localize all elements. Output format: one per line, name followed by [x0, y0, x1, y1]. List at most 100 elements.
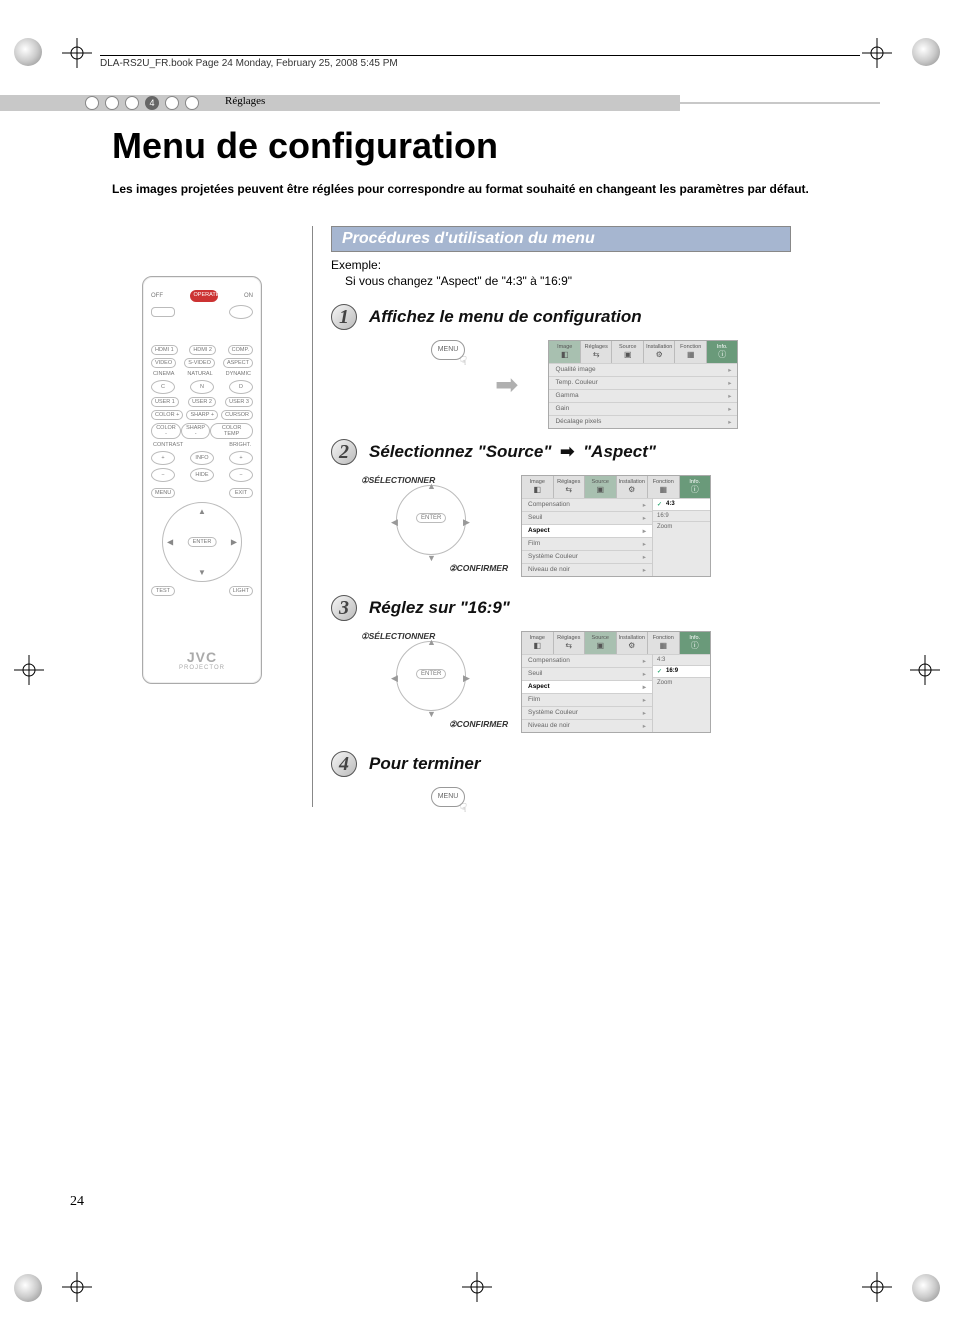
annot-confirm: CONFIRMER: [457, 563, 508, 573]
osd-item: Aspect▸: [522, 680, 652, 693]
remote-d-button: D: [229, 380, 253, 394]
osd-tab: Info.ⓘ: [680, 476, 711, 498]
example-text: Si vous changez "Aspect" de "4:3" à "16:…: [345, 274, 832, 288]
remote-contrast-plus: +: [151, 451, 175, 465]
step-number: 1: [331, 304, 357, 330]
osd-tab: Image◧: [549, 341, 581, 363]
osd-item: Gamma▸: [549, 389, 737, 402]
remote-bright-label: BRIGHT.: [229, 442, 251, 448]
osd-tab: Source▣: [612, 341, 644, 363]
osd-menu-step1: Image◧Réglages⇆Source▣Installation⚙Fonct…: [548, 340, 738, 429]
page-title: Menu de configuration: [112, 125, 832, 167]
osd-tab: Image◧: [522, 476, 554, 498]
step-title: Affichez le menu de configuration: [369, 307, 642, 327]
osd-tabs: Image◧Réglages⇆Source▣Installation⚙Fonct…: [522, 632, 710, 654]
step-number: 2: [331, 439, 357, 465]
remote-dynamic-label: DYNAMIC: [226, 371, 251, 377]
remote-cursor-button: CURSOR: [221, 410, 253, 420]
arrow-right-icon: ➡: [560, 442, 574, 461]
remote-n-button: N: [190, 380, 214, 394]
dpad-illustration: ①SÉLECTIONNER ENTER ▲ ▼ ◀ ▶ ②CONFIRMER: [371, 475, 491, 585]
annot-select-num: ①: [361, 631, 369, 641]
pdf-header-line: DLA-RS2U_FR.book Page 24 Monday, Februar…: [100, 55, 860, 69]
remote-comp-button: COMP.: [228, 345, 253, 355]
osd-tab: Image◧: [522, 632, 554, 654]
osd-item: Film▸: [522, 693, 652, 706]
osd-item: Seuil▸: [522, 511, 652, 524]
remote-colortemp-button: COLOR TEMP: [210, 423, 253, 439]
osd-subitem: 16:9: [653, 510, 710, 521]
remote-test-button: TEST: [151, 586, 175, 596]
osd-item: Temp. Couleur▸: [549, 376, 737, 389]
osd-item: Compensation▸: [522, 498, 652, 511]
remote-aspect-button: ASPECT: [223, 358, 253, 368]
annot-confirm-num: ②: [449, 719, 457, 729]
osd-item: Niveau de noir▸: [522, 563, 652, 576]
osd-subitem: 4:3: [653, 654, 710, 665]
arrow-right-icon: ➡: [495, 368, 518, 401]
enter-button-illustration: ENTER: [416, 513, 446, 523]
osd-item: Système Couleur▸: [522, 550, 652, 563]
step-title: Réglez sur "16:9": [369, 598, 510, 618]
osd-item: Aspect▸: [522, 524, 652, 537]
remote-enter-button: ENTER: [188, 537, 217, 547]
right-arrow-icon: ▶: [463, 673, 470, 684]
registration-mark: [862, 1272, 892, 1302]
intro-paragraph: Les images projetées peuvent être réglée…: [112, 181, 832, 198]
remote-bright-plus: +: [229, 451, 253, 465]
remote-operate-label: OPERATE: [190, 290, 218, 302]
remote-hdmi1-button: HDMI 1: [151, 345, 178, 355]
remote-control-diagram: OFF OPERATE ON HDMI 1 HDMI 2 COMP. VIDEO: [142, 276, 262, 684]
step-3: 3 Réglez sur "16:9": [331, 595, 832, 621]
osd-menu-step2: Image◧Réglages⇆Source▣Installation⚙Fonct…: [521, 475, 711, 577]
osd-item: Compensation▸: [522, 654, 652, 667]
ribbon-step-dot: [125, 96, 139, 110]
remote-hide-button: HIDE: [190, 468, 214, 482]
annot-select: SÉLECTIONNER: [369, 631, 436, 641]
osd-tab: Installation⚙: [617, 476, 649, 498]
annot-confirm: CONFIRMER: [457, 719, 508, 729]
step-title: Pour terminer: [369, 754, 480, 774]
osd-subitem: 16:9: [653, 665, 710, 677]
osd-tab: Info.ⓘ: [707, 341, 738, 363]
osd-item: Film▸: [522, 537, 652, 550]
spiral-mark: [912, 38, 940, 66]
enter-button-illustration: ENTER: [416, 669, 446, 679]
osd-tab: Source▣: [585, 476, 617, 498]
dpad-illustration: ①SÉLECTIONNER ENTER ▲ ▼ ◀ ▶ ②CONFIRMER: [371, 631, 491, 741]
ribbon-step-dot: [85, 96, 99, 110]
spiral-mark: [14, 38, 42, 66]
registration-mark: [62, 38, 92, 68]
cursor-hand-icon: ☟: [460, 354, 467, 368]
remote-off-label: OFF: [151, 293, 163, 299]
remote-hdmi2-button: HDMI 2: [189, 345, 216, 355]
osd-item: Décalage pixels▸: [549, 415, 737, 428]
example-heading: Exemple:: [331, 258, 832, 272]
left-arrow-icon: ◀: [391, 517, 398, 528]
registration-mark: [862, 38, 892, 68]
remote-contrast-minus: −: [151, 468, 175, 482]
down-arrow-icon: ▼: [427, 709, 436, 719]
osd-item: Niveau de noir▸: [522, 719, 652, 732]
remote-menu-button: MENU: [151, 488, 175, 498]
ribbon-step-dot: [185, 96, 199, 110]
remote-light-button: LIGHT: [229, 586, 253, 596]
up-arrow-icon: ▲: [427, 637, 436, 647]
ribbon-step-dot: [105, 96, 119, 110]
osd-tab: Réglages⇆: [554, 632, 586, 654]
remote-user1-button: USER 1: [151, 397, 179, 407]
remote-video-button: VIDEO: [151, 358, 176, 368]
registration-mark: [14, 655, 44, 685]
remote-colorplus-button: COLOR +: [151, 410, 183, 420]
osd-item: Seuil▸: [522, 667, 652, 680]
remote-contrast-label: CONTRAST: [153, 442, 183, 448]
osd-tab: Réglages⇆: [554, 476, 586, 498]
ribbon-step-dot: [165, 96, 179, 110]
osd-tab: Fonction▦: [648, 476, 680, 498]
annot-select-num: ①: [361, 475, 369, 485]
osd-tabs: Image◧Réglages⇆Source▣Installation⚙Fonct…: [549, 341, 737, 363]
step-2: 2 Sélectionnez "Source" ➡ "Aspect": [331, 439, 832, 465]
remote-on-label: ON: [244, 293, 253, 299]
osd-tab: Fonction▦: [648, 632, 680, 654]
osd-menu-step3: Image◧Réglages⇆Source▣Installation⚙Fonct…: [521, 631, 711, 733]
